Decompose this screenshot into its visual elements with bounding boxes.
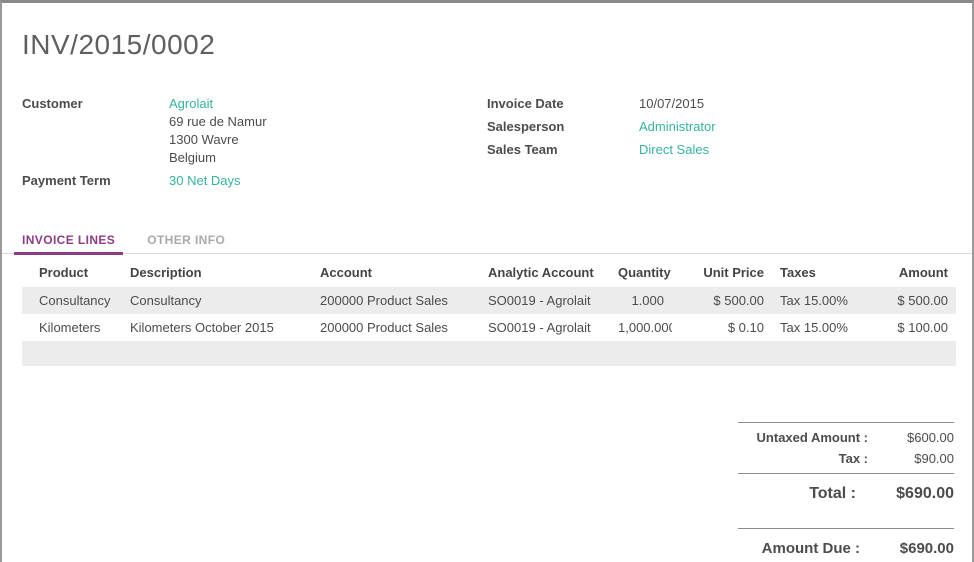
payment-term-label: Payment Term	[22, 172, 169, 190]
untaxed-amount-row: Untaxed Amount : $600.00	[738, 427, 954, 448]
customer-address-line-3: Belgium	[169, 149, 487, 167]
table-cell[interactable]: SO0019 - Agrolait	[480, 314, 610, 341]
table-cell[interactable]: SO0019 - Agrolait	[480, 287, 610, 314]
sales-team-field: Sales Team Direct Sales	[487, 141, 952, 159]
table-row[interactable]: KilometersKilometers October 2015200000 …	[22, 314, 956, 341]
invoice-date-field: Invoice Date 10/07/2015	[487, 95, 952, 113]
page-title: INV/2015/0002	[22, 29, 952, 61]
untaxed-amount-label: Untaxed Amount :	[738, 430, 874, 445]
customer-link[interactable]: Agrolait	[169, 96, 213, 111]
table-cell[interactable]: 1.000	[610, 287, 672, 314]
total-label: Total :	[738, 485, 862, 503]
column-header-unit-price[interactable]: Unit Price	[672, 258, 772, 287]
fields-section: Customer Agrolait 69 rue de Namur 1300 W…	[22, 95, 952, 195]
tab-invoice-lines[interactable]: INVOICE LINES	[14, 226, 123, 253]
empty-row-cell	[22, 341, 956, 366]
table-cell[interactable]: Tax 15.00%	[772, 314, 860, 341]
table-cell[interactable]: Kilometers October 2015	[122, 314, 312, 341]
table-cell[interactable]: 200000 Product Sales	[312, 287, 480, 314]
untaxed-amount-value: $600.00	[874, 430, 954, 445]
table-cell[interactable]: $ 500.00	[860, 287, 956, 314]
customer-field: Customer Agrolait 69 rue de Namur 1300 W…	[22, 95, 487, 167]
amount-due-block: Amount Due : $690.00	[738, 528, 954, 560]
total-row: Total : $690.00	[738, 482, 954, 506]
table-cell[interactable]: 1,000.000	[610, 314, 672, 341]
empty-row	[22, 341, 956, 366]
column-header-account[interactable]: Account	[312, 258, 480, 287]
payment-term-link[interactable]: 30 Net Days	[169, 173, 241, 188]
total-block: Total : $690.00	[738, 473, 954, 528]
table-cell[interactable]: $ 500.00	[672, 287, 772, 314]
customer-value: Agrolait 69 rue de Namur 1300 Wavre Belg…	[169, 95, 487, 167]
table-cell[interactable]: 200000 Product Sales	[312, 314, 480, 341]
table-cell[interactable]: $ 0.10	[672, 314, 772, 341]
salesperson-link[interactable]: Administrator	[639, 119, 716, 134]
column-header-taxes[interactable]: Taxes	[772, 258, 860, 287]
amount-due-value: $690.00	[866, 540, 954, 557]
sales-team-link[interactable]: Direct Sales	[639, 142, 709, 157]
column-header-description[interactable]: Description	[122, 258, 312, 287]
table-cell[interactable]: Consultancy	[122, 287, 312, 314]
tab-bar: INVOICE LINES OTHER INFO	[2, 226, 972, 254]
fields-column-left: Customer Agrolait 69 rue de Namur 1300 W…	[22, 95, 487, 195]
column-header-quantity[interactable]: Quantity	[610, 258, 672, 287]
salesperson-label: Salesperson	[487, 118, 639, 136]
column-header-amount[interactable]: Amount	[860, 258, 956, 287]
tab-other-info[interactable]: OTHER INFO	[139, 226, 233, 253]
subtotals-group: Untaxed Amount : $600.00 Tax : $90.00	[738, 422, 954, 469]
invoice-form: INV/2015/0002 Customer Agrolait 69 rue d…	[0, 0, 974, 562]
table-cell[interactable]: Tax 15.00%	[772, 287, 860, 314]
column-header-product[interactable]: Product	[22, 258, 122, 287]
customer-address-line-2: 1300 Wavre	[169, 131, 487, 149]
tax-row: Tax : $90.00	[738, 448, 954, 469]
invoice-date-label: Invoice Date	[487, 95, 639, 113]
invoice-date-value: 10/07/2015	[639, 95, 952, 113]
customer-address-line-1: 69 rue de Namur	[169, 113, 487, 131]
total-value: $690.00	[862, 485, 954, 503]
column-header-analytic-account[interactable]: Analytic Account	[480, 258, 610, 287]
amount-due-label: Amount Due :	[738, 540, 866, 557]
table-header-row: ProductDescriptionAccountAnalytic Accoun…	[22, 258, 956, 287]
invoice-lines-table: ProductDescriptionAccountAnalytic Accoun…	[22, 258, 956, 366]
amount-due-row: Amount Due : $690.00	[738, 537, 954, 560]
fields-column-right: Invoice Date 10/07/2015 Salesperson Admi…	[487, 95, 952, 195]
sales-team-label: Sales Team	[487, 141, 639, 159]
table-cell[interactable]: Kilometers	[22, 314, 122, 341]
totals-section: Untaxed Amount : $600.00 Tax : $90.00 To…	[738, 422, 954, 560]
tax-label: Tax :	[738, 451, 874, 466]
customer-label: Customer	[22, 95, 169, 167]
salesperson-field: Salesperson Administrator	[487, 118, 952, 136]
table-cell[interactable]: $ 100.00	[860, 314, 956, 341]
payment-term-field: Payment Term 30 Net Days	[22, 172, 487, 190]
tax-value: $90.00	[874, 451, 954, 466]
table-row[interactable]: ConsultancyConsultancy200000 Product Sal…	[22, 287, 956, 314]
table-cell[interactable]: Consultancy	[22, 287, 122, 314]
